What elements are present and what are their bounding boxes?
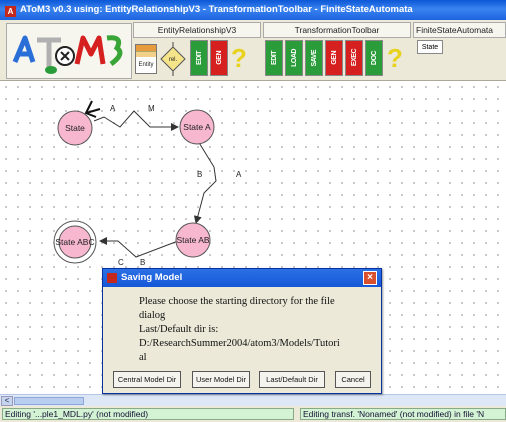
transition-label: B — [140, 258, 145, 267]
transf-gen-button[interactable]: GEN — [325, 40, 343, 76]
transf-save-button[interactable]: SAVE — [305, 40, 323, 76]
state-ab-label: State AB — [176, 235, 209, 245]
atom3-logo — [6, 23, 132, 79]
dialog-title: Saving Model — [121, 272, 183, 283]
user-model-dir-button[interactable]: User Model Dir — [192, 371, 250, 388]
transition-label: C — [118, 258, 124, 267]
toolbar-title-fsa: FiniteStateAutomata — [413, 22, 506, 38]
transf-edit-button[interactable]: EDIT — [265, 40, 283, 76]
relationship-button[interactable]: rel. — [160, 42, 186, 76]
entity-button[interactable]: Entity — [135, 44, 157, 74]
toolbar-area: EntityRelationshipV3 Entity rel. EDIT GE… — [0, 20, 506, 81]
transition-ab-to-abc — [99, 237, 179, 258]
close-icon[interactable]: × — [363, 271, 377, 285]
transf-load-button[interactable]: LOAD — [285, 40, 303, 76]
cancel-button[interactable]: Cancel — [335, 371, 371, 388]
window-title-bar[interactable]: A AToM3 v0.3 using: EntityRelationshipV3 … — [0, 0, 506, 20]
initial-state-arrow — [84, 100, 101, 118]
state-button[interactable]: State — [417, 40, 443, 54]
last-default-dir-button[interactable]: Last/Default Dir — [259, 371, 325, 388]
er-edit-button[interactable]: EDIT — [190, 40, 208, 76]
saving-model-dialog: Saving Model × Please choose the startin… — [102, 268, 382, 394]
status-bar: Editing '...ple1_MDL.py' (not modified) … — [0, 406, 506, 422]
atom3-app-icon: A — [5, 6, 16, 17]
dialog-message-line: al — [139, 352, 147, 363]
dialog-message-line: Please choose the starting directory for… — [139, 296, 335, 307]
transition-label: M — [148, 104, 155, 113]
toolbar-title-er: EntityRelationshipV3 — [133, 22, 261, 38]
er-gen-button[interactable]: GEN — [210, 40, 228, 76]
transition-state-to-a — [93, 110, 179, 131]
transition-label: A — [110, 104, 116, 113]
dialog-app-icon — [107, 273, 117, 283]
relationship-label: rel. — [169, 57, 178, 63]
toolbar-finite-state-automata: FiniteStateAutomata State — [413, 22, 506, 78]
dialog-title-bar[interactable]: Saving Model × — [103, 269, 381, 287]
state-abc-label: State ABC — [55, 237, 94, 247]
transition-label: A — [236, 170, 242, 179]
er-help-icon[interactable]: ? — [231, 40, 247, 76]
toolbar-title-transformation: TransformationToolbar — [263, 22, 411, 38]
dialog-message-line: D:/ResearchSummer2004/atom3/Models/Tutor… — [139, 338, 340, 349]
dialog-message: Please choose the starting directory for… — [139, 295, 369, 365]
window-title: AToM3 v0.3 using: EntityRelationshipV3 -… — [20, 4, 413, 15]
state-a-label: State A — [183, 122, 211, 132]
transf-exec-button[interactable]: EXEC — [345, 40, 363, 76]
transition-label: B — [197, 170, 202, 179]
transition-a-to-ab — [193, 140, 217, 224]
status-right: Editing transf. 'Nonamed' (not modified)… — [300, 408, 506, 420]
status-left: Editing '...ple1_MDL.py' (not modified) — [2, 408, 294, 420]
state-node-label: State — [65, 123, 85, 133]
dialog-message-line: Last/Default dir is: — [139, 324, 219, 335]
dialog-message-line: dialog — [139, 310, 166, 321]
transf-help-icon[interactable]: ? — [387, 40, 403, 76]
toolbar-entity-relationship: EntityRelationshipV3 Entity rel. EDIT GE… — [133, 22, 261, 78]
scroll-left-icon[interactable]: < — [1, 396, 13, 406]
scroll-thumb[interactable] — [14, 397, 84, 405]
central-model-dir-button[interactable]: Central Model Dir — [113, 371, 181, 388]
toolbar-transformation: TransformationToolbar EDIT LOAD SAVE GEN… — [263, 22, 411, 78]
transf-doc-button[interactable]: DOC — [365, 40, 383, 76]
